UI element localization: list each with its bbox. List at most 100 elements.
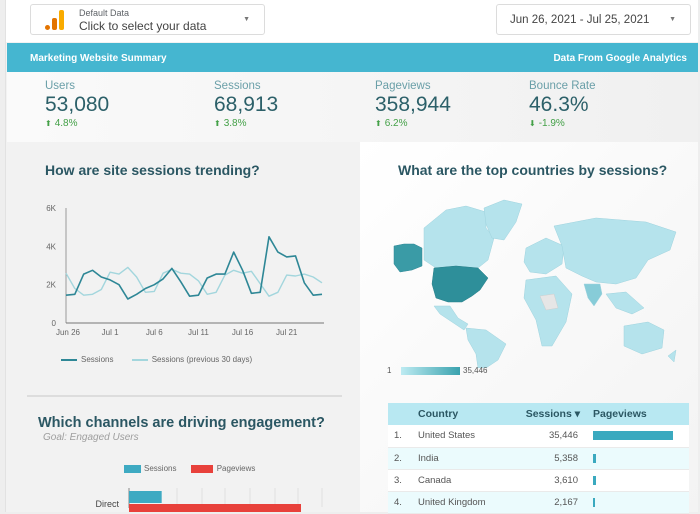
bar-sessions — [129, 491, 162, 503]
table-row[interactable]: 1. United States 35,446 — [388, 425, 689, 448]
x-tick-label: Jul 6 — [146, 328, 163, 337]
kpi-label: Pageviews — [375, 80, 431, 92]
y-tick-label: 6K — [46, 204, 56, 213]
table-row[interactable]: 2. India 5,358 — [388, 447, 689, 470]
sessions-trend-chart: 0 2K 4K 6K Jun 26 Jul 1 Jul 6 Jul 11 Jul 16 Jul 2… — [46, 204, 324, 337]
date-range-label: Jun 26, 2021 - Jul 25, 2021 — [510, 14, 650, 26]
x-tick-label: Jun 26 — [56, 328, 81, 337]
country-table: Country Sessions ▾ Pageviews 1. United St… — [388, 403, 689, 514]
row-country: United States — [418, 425, 516, 448]
row-sessions: 2,167 — [516, 491, 590, 514]
map-region-new-zealand — [667, 349, 677, 363]
legend-swatch-sessions — [124, 464, 141, 473]
map-color-scale — [401, 367, 460, 375]
row-sessions: 3,610 — [516, 469, 590, 492]
series-line-sessions — [65, 235, 323, 300]
channels-title: Which channels are driving engagement? — [38, 415, 325, 431]
y-tick-label: 2K — [46, 281, 56, 290]
row-sessions: 5,358 — [516, 447, 590, 470]
table-row[interactable]: 3. Canada 3,610 — [388, 469, 689, 492]
table-row[interactable]: 4. United Kingdom 2,167 — [388, 491, 689, 514]
kpi-sessions: Sessions 68,913 ⬆ 3.8% — [214, 80, 278, 129]
kpi-value: 46.3% — [529, 93, 589, 116]
bar-pageviews — [129, 504, 301, 512]
data-source-selector[interactable]: Default Data Click to select your data ▼ — [30, 4, 265, 35]
map-region-india — [583, 283, 603, 307]
section-divider — [27, 395, 342, 397]
kpi-change: ⬆ 3.8% — [214, 118, 247, 129]
report-banner: Marketing Website Summary Data From Goog… — [7, 43, 698, 72]
map-region-canada — [423, 205, 495, 269]
data-source-placeholder: Click to select your data — [79, 19, 207, 33]
map-title: What are the top countries by sessions? — [398, 162, 668, 178]
google-analytics-logo-icon — [44, 9, 66, 31]
channels-legend: Sessions Pageviews — [124, 464, 255, 473]
x-tick-label: Jul 11 — [188, 328, 209, 337]
row-rank: 3. — [388, 469, 418, 492]
arrow-down-icon: ⬇ — [529, 119, 536, 128]
row-rank: 1. — [388, 425, 418, 448]
channels-subtitle: Goal: Engaged Users — [43, 432, 139, 443]
report-title: Marketing Website Summary — [30, 53, 167, 64]
chevron-down-icon: ▼ — [243, 16, 250, 23]
table-header-row: Country Sessions ▾ Pageviews — [388, 403, 689, 425]
kpi-users: Users 53,080 ⬆ 4.8% — [45, 80, 109, 129]
chevron-down-icon: ▼ — [669, 16, 676, 23]
trend-legend: Sessions Sessions (previous 30 days) — [61, 355, 252, 364]
y-tick-label: 0 — [52, 319, 57, 328]
legend-swatch-sessions — [61, 358, 77, 361]
column-header-country[interactable]: Country — [418, 403, 516, 425]
column-header-sessions[interactable]: Sessions ▾ — [516, 403, 590, 425]
row-rank: 2. — [388, 447, 418, 470]
data-source-title: Default Data — [79, 8, 130, 18]
data-source-note: Data From Google Analytics — [553, 53, 687, 64]
pageviews-bar — [593, 475, 597, 485]
y-tick-label: 4K — [46, 242, 56, 251]
pageviews-bar — [593, 497, 595, 507]
x-tick-label: Jul 1 — [102, 328, 119, 337]
channels-bar-chart: Direct — [95, 488, 323, 512]
row-rank: 4. — [388, 491, 418, 514]
column-header-pageviews[interactable]: Pageviews — [590, 403, 689, 425]
arrow-up-icon: ⬆ — [45, 119, 52, 128]
report-page: Default Data Click to select your data ▼… — [5, 0, 698, 514]
date-range-selector[interactable]: Jun 26, 2021 - Jul 25, 2021 ▼ — [496, 4, 691, 35]
pageviews-bar — [593, 453, 597, 463]
world-map — [393, 199, 677, 368]
map-scale-min: 1 — [387, 366, 392, 375]
top-bar: Default Data Click to select your data ▼… — [6, 0, 698, 42]
kpi-pageviews: Pageviews 358,944 ⬆ 6.2% — [375, 80, 451, 129]
arrow-up-icon: ⬆ — [214, 119, 221, 128]
row-country: India — [418, 447, 516, 470]
legend-swatch-previous — [131, 358, 148, 361]
category-label: Direct — [95, 499, 119, 509]
map-region-australia — [623, 321, 665, 355]
kpi-label: Sessions — [214, 80, 261, 92]
map-region-russia-asia — [553, 217, 677, 285]
row-country: Canada — [418, 469, 516, 492]
kpi-change: ⬆ 4.8% — [45, 118, 78, 129]
map-region-united-states — [431, 265, 489, 303]
legend-swatch-pageviews — [190, 464, 213, 473]
kpi-change: ⬆ 6.2% — [375, 118, 408, 129]
map-region-mexico-central-america — [433, 305, 469, 331]
row-sessions: 35,446 — [516, 425, 590, 448]
kpi-change: ⬇ -1.9% — [529, 118, 565, 129]
trend-title: How are site sessions trending? — [45, 162, 260, 178]
kpi-row: Users 53,080 ⬆ 4.8% Sessions 68,913 ⬆ 3.8%… — [7, 72, 698, 142]
kpi-value: 53,080 — [45, 93, 110, 116]
map-scale-max: 35,446 — [463, 366, 488, 375]
pageviews-bar — [593, 431, 673, 441]
map-region-alaska — [393, 243, 423, 273]
series-line-sessions-previous — [65, 266, 323, 297]
map-region-south-america — [465, 327, 507, 368]
arrow-up-icon: ⬆ — [375, 119, 382, 128]
kpi-value: 68,913 — [214, 93, 279, 116]
map-region-southeast-asia — [605, 291, 645, 315]
kpi-value: 358,944 — [375, 93, 451, 116]
kpi-label: Bounce Rate — [529, 80, 596, 92]
kpi-bounce-rate: Bounce Rate 46.3% ⬇ -1.9% — [529, 80, 596, 129]
map-region-africa — [523, 275, 573, 347]
map-region-europe — [523, 237, 565, 275]
kpi-label: Users — [45, 80, 76, 92]
